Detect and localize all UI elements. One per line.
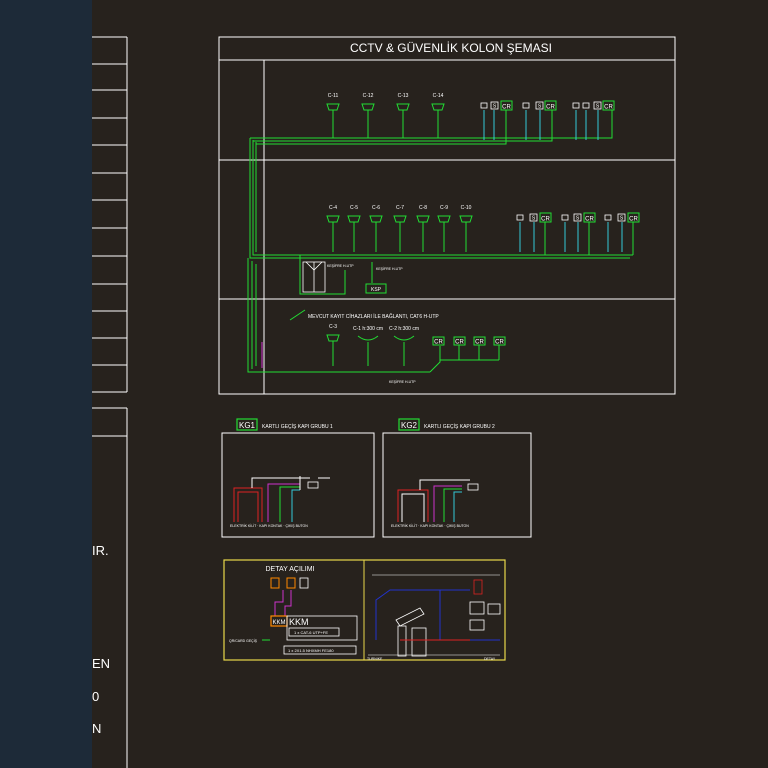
camera-label-c13: C-13 (398, 93, 409, 99)
cr-label: CR (604, 105, 613, 111)
detail-title: DETAY AÇILIMI (265, 566, 314, 573)
recorder-cabinet (302, 261, 326, 293)
small-cable-label-2: KEŞİFRE H-UTP (376, 266, 403, 271)
floor1-sensor-lines (483, 110, 599, 140)
kg1-panel (221, 418, 375, 538)
kg2-title: KARTLI GEÇİŞ KAPI GRUBU 2 (424, 423, 495, 430)
kg2-footer: ELEKTRİK KİLİT · KAPI KONTAK · ÇIKIŞ BUT… (391, 523, 469, 528)
small-cable-label-1: KEŞİFRE H-UTP (327, 263, 354, 268)
kg2-panel (382, 418, 532, 538)
camera-label-c6: C-6 (372, 205, 380, 211)
cr-label: CR (546, 105, 555, 111)
camera-label-c5: C-5 (350, 205, 358, 211)
detail-panel (223, 559, 506, 661)
cr-label: CR (629, 217, 638, 223)
floor1-cameras (326, 103, 445, 111)
kkm-small-label: KKM (272, 620, 285, 626)
camera-label-c12: C-12 (363, 93, 374, 99)
floor3-cameras (326, 334, 415, 366)
floor2-cameras (326, 215, 473, 223)
drawing-canvas[interactable]: CCTV & GÜVENLİK KOLON ŞEMASI C-11 C-12 C… (0, 0, 768, 768)
mevcut-note: MEVCUT KAYIT CİHAZLARI İLE BAĞLANTI, CAT… (308, 313, 439, 320)
diagram-title: CCTV & GÜVENLİK KOLON ŞEMASI (350, 41, 552, 55)
cr-label: CR (502, 105, 511, 111)
sensor-mark-3: S (596, 104, 600, 110)
cr-label: CR (585, 217, 594, 223)
green-riser-cables (247, 110, 633, 373)
cable-line-2: 1 x 2X1.5 NHXMH FE180 (288, 648, 334, 653)
camera-label-c14: C-14 (433, 93, 444, 99)
kg2-badge: KG2 (401, 421, 418, 430)
kg1-footer: ELEKTRİK KİLİT · KAPI KONTAK · ÇIKIŞ BUT… (230, 523, 308, 528)
camera-label-c8: C-8 (419, 205, 427, 211)
camera-label-c9: C-9 (440, 205, 448, 211)
bottom-cable-label: KEŞİFRE H-UTP (389, 379, 416, 384)
cable-line-1: 1 x CAT-6 UTP+FE (294, 630, 328, 635)
camera-label-c3: C-3 (329, 324, 337, 330)
detail-left-caption: TURNIKE (367, 657, 383, 661)
cr-label: CR (495, 340, 504, 346)
camera-label-c7: C-7 (396, 205, 404, 211)
qr-label: QR/CARD GEÇİŞ (229, 638, 258, 643)
cr-label: CR (434, 340, 443, 346)
ksp-label: KSP (371, 287, 382, 293)
camera-label-c11: C-11 (328, 93, 339, 99)
camera-label-c4: C-4 (329, 205, 337, 211)
kg1-badge: KG1 (239, 421, 256, 430)
sensor-mark-2: S (538, 104, 542, 110)
kg1-title: KARTLI GEÇİŞ KAPI GRUBU 1 (262, 423, 333, 430)
floor2-camera-drops (332, 222, 467, 252)
title-block-frame (92, 36, 128, 768)
kkm-label: KKM (289, 617, 309, 627)
camera-label-c2: C-2 h:300 cm (389, 326, 419, 332)
floor1-camera-drops (332, 110, 439, 138)
sensor-mark-1: S (493, 104, 497, 110)
floor2-cr-drops (544, 222, 634, 255)
detail-right-caption: DETAY (484, 657, 496, 661)
camera-label-c1: C-1 h:300 cm (353, 326, 383, 332)
cr-label: CR (475, 340, 484, 346)
floor2-sensor-lines (519, 222, 623, 252)
cr-label: CR (455, 340, 464, 346)
cr-label: CR (541, 217, 550, 223)
camera-label-c10: C-10 (461, 205, 472, 211)
